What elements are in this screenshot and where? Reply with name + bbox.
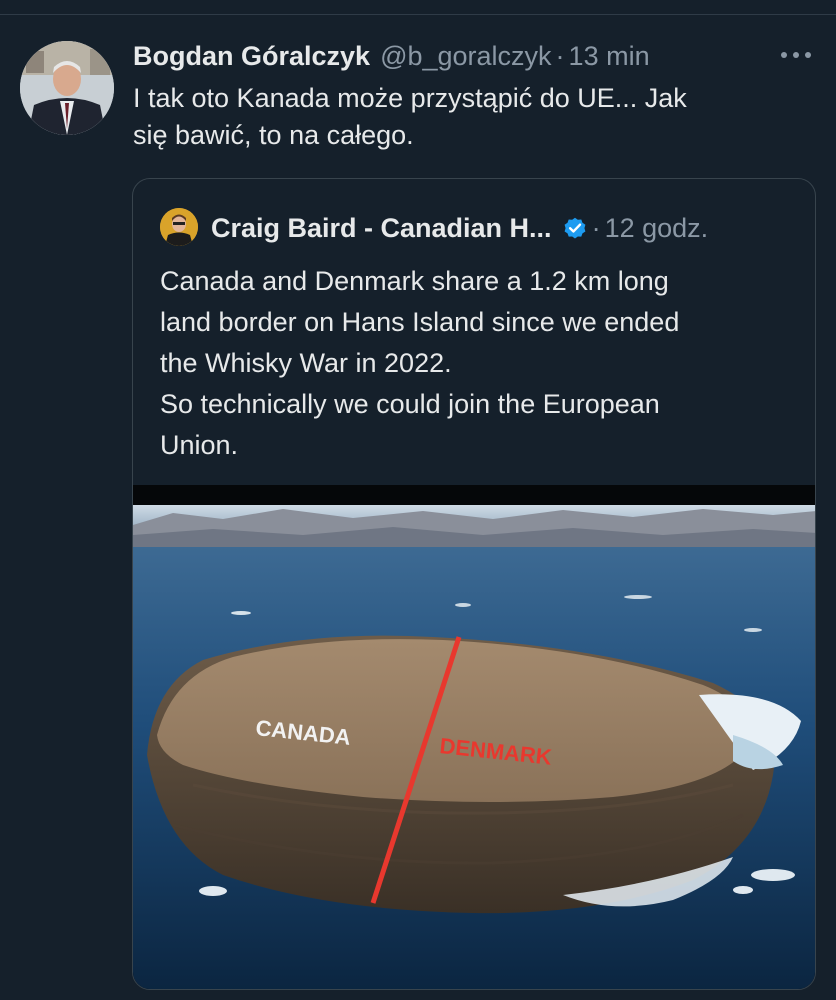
verified-badge-icon — [564, 217, 585, 239]
quoted-tweet-text: Canada and Denmark share a 1.2 km long l… — [160, 266, 680, 460]
more-dots-icon — [781, 52, 811, 58]
quoted-timestamp[interactable]: 12 godz. — [605, 213, 709, 244]
hans-island-photo: CANADA DENMARK — [133, 485, 815, 989]
quoted-tweet-image[interactable]: CANADA DENMARK — [133, 485, 815, 989]
quoted-tweet[interactable]: Craig Baird - Canadian H... · 12 godz. C… — [132, 178, 816, 990]
timestamp[interactable]: 13 min — [569, 41, 650, 72]
author-name[interactable]: Bogdan Góralczyk — [133, 41, 370, 72]
more-options-button[interactable] — [776, 40, 816, 70]
quoted-author-avatar[interactable] — [160, 208, 198, 246]
quoted-tweet-header: Craig Baird - Canadian H... · 12 godz. — [211, 208, 708, 248]
tweet[interactable]: Bogdan Góralczyk @b_goralczyk · 13 min I… — [0, 0, 836, 1000]
quoted-separator: · — [591, 212, 601, 243]
separator: · — [555, 40, 565, 71]
author-avatar-photo — [20, 41, 114, 135]
divider — [0, 14, 836, 15]
quoted-author-name[interactable]: Craig Baird - Canadian H... — [211, 213, 552, 244]
tweet-header: Bogdan Góralczyk @b_goralczyk · 13 min — [133, 36, 650, 76]
quoted-avatar-photo — [160, 208, 198, 246]
author-handle[interactable]: @b_goralczyk — [380, 41, 551, 72]
tweet-text: I tak oto Kanada może przystąpić do UE..… — [133, 83, 687, 150]
author-avatar[interactable] — [20, 41, 114, 135]
